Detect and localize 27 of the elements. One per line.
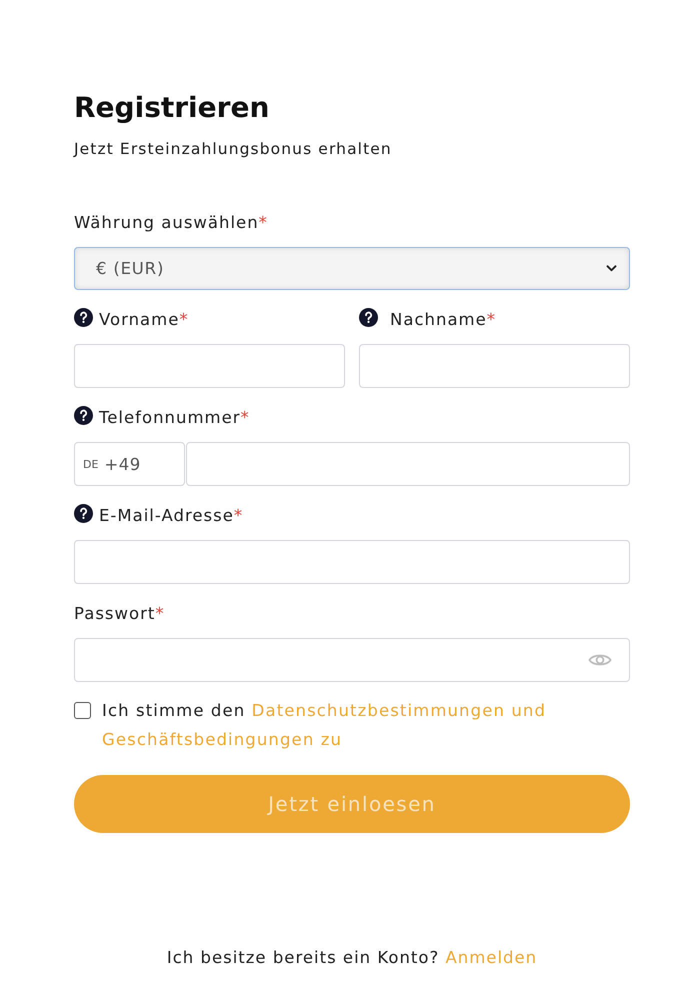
currency-select[interactable]: € (EUR) — [74, 247, 630, 290]
text-field[interactable] — [359, 344, 630, 388]
login-link[interactable]: Anmelden — [445, 948, 538, 967]
login-prompt: Ich besitze bereits ein Konto? Anmelden — [166, 947, 538, 969]
help-icon[interactable] — [74, 406, 93, 424]
chevron-down-icon — [606, 265, 617, 272]
help-icon[interactable] — [359, 308, 378, 326]
field-label: Telefonnummer* — [99, 407, 250, 429]
phone-field[interactable] — [186, 442, 630, 486]
email-field[interactable] — [74, 540, 630, 584]
eye-icon[interactable] — [588, 652, 612, 668]
field-label: Passwort* — [74, 603, 165, 625]
help-icon[interactable] — [74, 308, 93, 326]
field-label: E-Mail-Adresse* — [99, 505, 244, 527]
terms-link[interactable]: Datenschutzbestimmungen und — [252, 701, 546, 720]
help-icon[interactable] — [74, 504, 93, 522]
page-subtitle: Jetzt Ersteinzahlungsbonus erhalten — [74, 139, 393, 159]
country-code-select[interactable]: DE +49 — [74, 442, 185, 486]
text-field[interactable] — [74, 344, 345, 388]
field-label: Vorname* — [99, 309, 189, 331]
consent-text: Ich stimme den Datenschutzbestimmungen und Geschäftsbedingungen zu — [102, 700, 546, 751]
field-label: Nachname* — [390, 309, 496, 331]
consent-checkbox[interactable] — [74, 702, 91, 719]
page-title: Registrieren — [74, 90, 270, 126]
field-label: Währung auswählen* — [74, 212, 268, 234]
terms-link[interactable]: Geschäftsbedingungen zu — [102, 730, 342, 749]
password-field[interactable] — [74, 638, 630, 682]
